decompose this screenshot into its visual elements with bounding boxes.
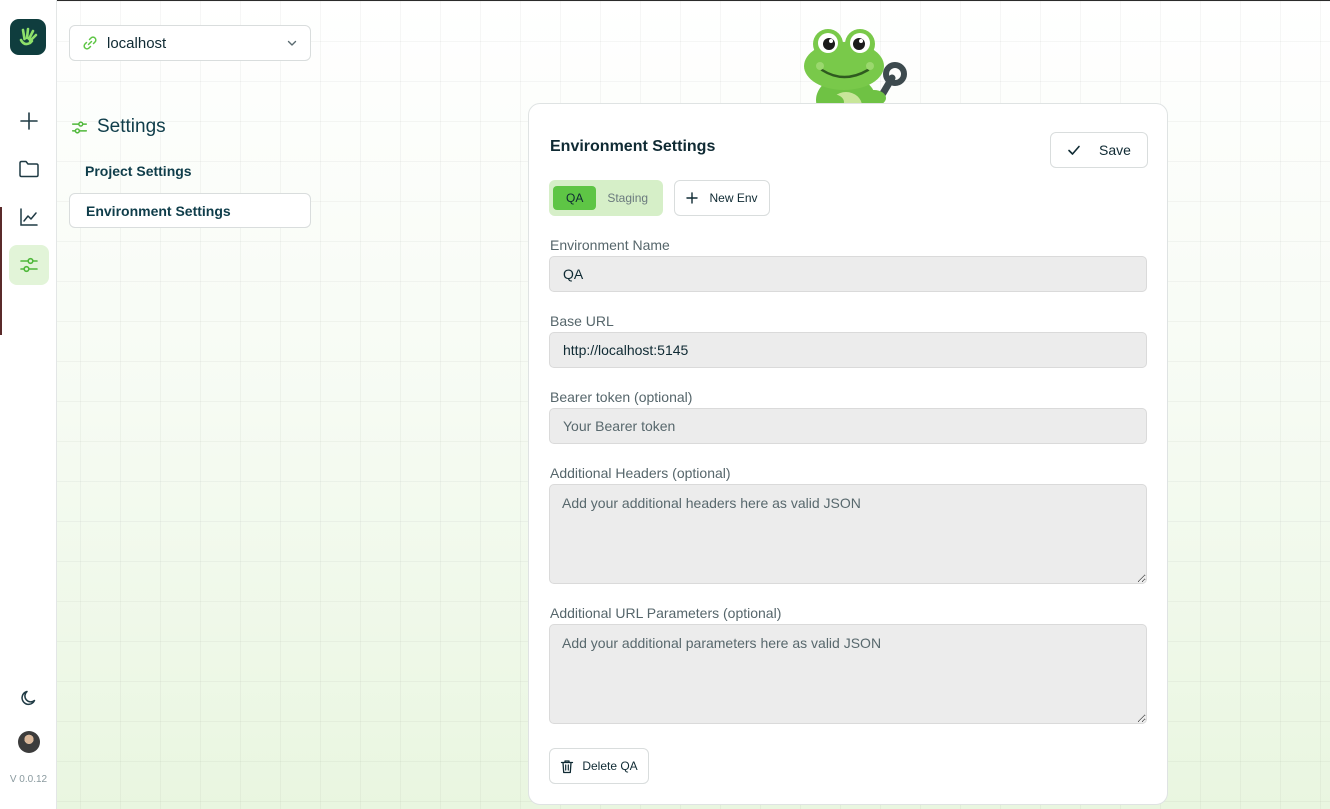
new-env-label: New Env — [709, 191, 758, 205]
projects-button[interactable] — [9, 149, 49, 189]
settings-title: Settings — [97, 116, 166, 137]
delete-environment-button[interactable]: Delete QA — [549, 748, 649, 784]
additional-url-params-textarea[interactable] — [549, 624, 1147, 724]
environment-name-label: Environment Name — [550, 237, 670, 253]
environment-name-input[interactable] — [549, 256, 1147, 292]
save-button[interactable]: Save — [1050, 132, 1148, 168]
bearer-token-label: Bearer token (optional) — [550, 389, 693, 405]
new-button[interactable] — [9, 101, 49, 141]
card-title: Environment Settings — [550, 138, 716, 155]
user-avatar[interactable] — [18, 731, 40, 753]
nav-project-settings[interactable]: Project Settings — [69, 153, 311, 188]
plus-icon — [686, 192, 699, 204]
theme-toggle-button[interactable] — [9, 678, 49, 718]
new-env-button[interactable]: New Env — [674, 180, 770, 216]
chevron-down-icon — [287, 40, 297, 46]
reports-button[interactable] — [9, 197, 49, 237]
nav-environment-settings[interactable]: Environment Settings — [69, 193, 311, 228]
rail-edge-marker — [0, 207, 2, 335]
environment-settings-card: Environment Settings Save QA Staging New… — [528, 103, 1168, 805]
left-rail: V 0.0.12 — [0, 0, 57, 809]
project-selector-value: localhost — [107, 34, 167, 52]
additional-headers-textarea[interactable] — [549, 484, 1147, 584]
check-icon — [1068, 145, 1080, 155]
trash-icon — [561, 759, 574, 773]
additional-url-params-label: Additional URL Parameters (optional) — [550, 605, 782, 621]
app-version: V 0.0.12 — [9, 774, 48, 785]
project-selector[interactable]: localhost — [69, 25, 311, 61]
moon-icon — [21, 690, 36, 706]
save-button-label: Save — [1099, 142, 1131, 158]
tab-staging[interactable]: Staging — [596, 186, 659, 210]
plus-icon — [20, 112, 38, 130]
settings-heading: Settings — [71, 116, 166, 138]
delete-button-label: Delete QA — [582, 759, 638, 773]
frog-hand-logo-icon — [19, 27, 38, 46]
link-icon — [83, 36, 97, 50]
app-logo[interactable] — [10, 19, 46, 55]
bearer-token-input[interactable] — [549, 408, 1147, 444]
tab-qa[interactable]: QA — [553, 186, 597, 210]
folder-icon — [19, 160, 39, 178]
settings-sliders-icon — [20, 257, 38, 273]
settings-button[interactable] — [9, 245, 49, 285]
base-url-input[interactable] — [549, 332, 1147, 368]
environment-tabs: QA Staging — [549, 180, 664, 216]
chart-line-icon — [20, 208, 38, 226]
base-url-label: Base URL — [550, 313, 614, 329]
settings-sliders-icon — [71, 120, 88, 134]
additional-headers-label: Additional Headers (optional) — [550, 465, 731, 481]
